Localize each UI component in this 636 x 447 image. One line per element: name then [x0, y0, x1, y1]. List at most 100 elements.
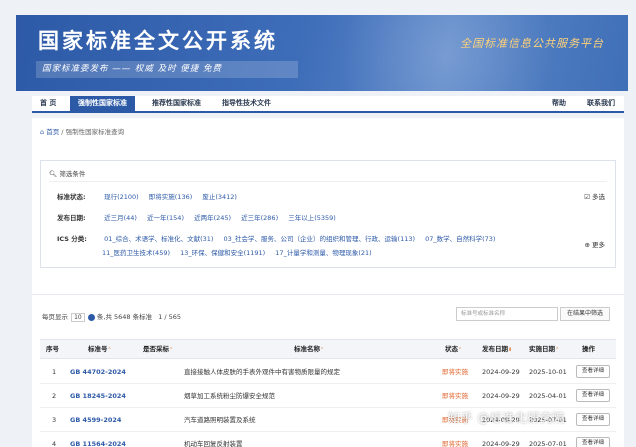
row-code-link[interactable]: GB 18245-2024: [70, 384, 126, 408]
header-code[interactable]: 标准号⌃: [88, 340, 112, 360]
page-size-select[interactable]: 10: [71, 313, 85, 322]
row-name[interactable]: 机动车回复反射装置: [184, 432, 243, 447]
table-row: 1 GB 44702-2024 直接接触人体皮肤的手表外观件中有害物质限量的规定…: [40, 360, 616, 384]
site-subtitle: 国家标准委发布 —— 权威 及时 便捷 免费: [36, 61, 298, 78]
nav-recommended-standards[interactable]: 推荐性国家标准: [152, 96, 201, 111]
row-publish-date: 2024-09-29: [482, 440, 520, 447]
watermark: 知乎 @标准化研究院: [448, 411, 565, 425]
date-option-3years[interactable]: 近三年(286): [241, 214, 278, 222]
header-adopt-label: 是否采标: [143, 345, 169, 353]
header-status[interactable]: 状态⌃: [445, 340, 462, 360]
table-header: 序号 标准号⌃ 是否采标⌃ 标准名称⌃ 状态⌃ 发布日期⬇ 实施日期⌃ 操作: [40, 339, 616, 359]
header-publish-date[interactable]: 发布日期⬇: [482, 340, 512, 360]
breadcrumb: ⌂ 首页 / 强制性国家标准查询: [40, 126, 124, 136]
status-filter-label: 标准状态:: [57, 193, 86, 201]
header-no: 序号: [46, 345, 59, 353]
row-implement-date: 2025-07-01: [529, 440, 567, 447]
view-detail-button[interactable]: 查看详细: [576, 389, 610, 402]
row-implement-date: 2025-10-01: [529, 368, 567, 376]
results-summary: 条,共 5648 条标准: [96, 313, 153, 321]
nav-help[interactable]: 帮助: [552, 96, 566, 111]
sort-icon: ⌃: [107, 347, 112, 353]
ics-option-11[interactable]: 11_医药卫生技术(459): [102, 249, 170, 257]
header-code-label: 标准号: [88, 345, 108, 353]
date-option-2years[interactable]: 近两年(245): [194, 214, 231, 222]
row-code-link[interactable]: GB 44702-2024: [70, 360, 126, 384]
ics-filter-row: ICS 分类: 01_综合、术语学、标准化、文献(31) 03_社会学、服务、公…: [57, 233, 503, 243]
filter-header: 🔍︎ 筛选条件: [49, 168, 85, 178]
status-option-current[interactable]: 现行(2100): [104, 193, 139, 201]
date-filter-label: 发布日期:: [57, 214, 86, 222]
page-indicator: 1 / 565: [158, 313, 182, 321]
site-title: 国家标准全文公开系统: [38, 29, 278, 53]
header-implement-date[interactable]: 实施日期⌃: [529, 340, 559, 360]
view-detail-button[interactable]: 查看详细: [576, 437, 610, 447]
plus-circle-icon: ⊕: [584, 241, 590, 249]
status-filter-row: 标准状态: 现行(2100) 即将实施(136) 废止(3412): [57, 191, 245, 201]
breadcrumb-home[interactable]: 首页: [46, 128, 59, 136]
row-implement-date: 2025-04-01: [529, 392, 567, 400]
ics-option-01[interactable]: 01_综合、术语学、标准化、文献(31): [104, 235, 213, 243]
multi-select-button[interactable]: ☑ 多选: [584, 191, 605, 201]
filter-panel: 🔍︎ 筛选条件 标准状态: 现行(2100) 即将实施(136) 废止(3412…: [40, 160, 616, 268]
row-code-link[interactable]: GB 4599-2024: [70, 408, 121, 432]
filter-divider: [49, 181, 607, 182]
pagination-info: 每页显示 10 条,共 5648 条标准 1 / 565: [42, 311, 181, 322]
banner-decoration: [316, 15, 576, 91]
nav-guidance-documents[interactable]: 指导性技术文件: [222, 96, 271, 111]
date-option-3months[interactable]: 近三月(44): [104, 214, 137, 222]
view-detail-button[interactable]: 查看详细: [576, 365, 610, 378]
nav-mandatory-standards[interactable]: 强制性国家标准: [70, 96, 135, 111]
date-option-1year[interactable]: 近一年(154): [147, 214, 184, 222]
view-detail-button[interactable]: 查看详细: [576, 413, 610, 426]
main-nav: 首 页 强制性国家标准 推荐性国家标准 指导性技术文件 帮助 联系我们: [32, 96, 624, 113]
nav-home[interactable]: 首 页: [40, 96, 56, 111]
header-action: 操作: [582, 345, 595, 353]
sort-icon: ⌃: [458, 347, 463, 353]
header-name[interactable]: 标准名称⌃: [294, 340, 324, 360]
ics-filter-label: ICS 分类:: [57, 235, 87, 243]
table-row: 4 GB 11564-2024 机动车回复反射装置 即将实施 2024-09-2…: [40, 432, 616, 447]
row-status: 即将实施: [442, 392, 468, 400]
row-publish-date: 2024-09-29: [482, 368, 520, 376]
ics-filter-row-2: 11_医药卫生技术(459) 13_环保、保健和安全(1191) 17_计量学和…: [102, 247, 380, 257]
row-no: 2: [52, 392, 57, 400]
content-panel: ⌂ 首页 / 强制性国家标准查询 🔍︎ 筛选条件 标准状态: 现行(2100) …: [32, 118, 624, 447]
home-icon[interactable]: ⌂: [40, 128, 44, 136]
row-name[interactable]: 汽车道路照明装置及系统: [184, 408, 256, 432]
sort-desc-icon: ⬇: [508, 347, 513, 353]
row-no: 1: [52, 368, 57, 376]
row-no: 4: [52, 440, 57, 447]
status-option-abolished[interactable]: 废止(3412): [202, 193, 237, 201]
row-status: 即将实施: [442, 440, 468, 447]
sort-icon: ⌃: [169, 347, 174, 353]
page-size-dropdown-icon[interactable]: [87, 313, 95, 321]
per-page-prefix: 每页显示: [42, 313, 68, 321]
breadcrumb-current: 强制性国家标准查询: [65, 128, 125, 136]
ics-option-07[interactable]: 07_数学、自然科学(73): [425, 235, 495, 243]
ics-option-03[interactable]: 03_社会学、服务、公司（企业）的组织和管理、行政、运输(113): [224, 235, 416, 243]
more-label: 更多: [592, 241, 605, 249]
filter-title: 筛选条件: [59, 170, 86, 178]
platform-slogan: 全国标准信息公共服务平台: [460, 37, 604, 50]
header-name-label: 标准名称: [294, 345, 320, 353]
more-button[interactable]: ⊕ 更多: [584, 239, 605, 249]
row-name[interactable]: 直接接触人体皮肤的手表外观件中有害物质限量的规定: [184, 360, 340, 384]
nav-contact[interactable]: 联系我们: [587, 96, 615, 111]
filter-in-results-button[interactable]: 在结果中筛选: [560, 307, 610, 321]
sort-icon: ⌃: [320, 347, 325, 353]
checkbox-icon: ☑: [584, 193, 590, 201]
row-name[interactable]: 烟草加工系统粉尘防爆安全规范: [184, 384, 275, 408]
table-row: 2 GB 18245-2024 烟草加工系统粉尘防爆安全规范 即将实施 2024…: [40, 384, 616, 408]
date-option-over3years[interactable]: 三年以上(5359): [288, 214, 336, 222]
ics-option-17[interactable]: 17_计量学和测量、物理现象(21): [275, 249, 371, 257]
header-adopt[interactable]: 是否采标⌃: [143, 340, 173, 360]
status-option-upcoming[interactable]: 即将实施(136): [149, 193, 192, 201]
row-code-link[interactable]: GB 11564-2024: [70, 432, 126, 447]
row-status: 即将实施: [442, 368, 468, 376]
ics-option-13[interactable]: 13_环保、保健和安全(1191): [180, 249, 265, 257]
sort-icon: ⌃: [555, 347, 560, 353]
row-no: 3: [52, 416, 57, 424]
standard-search-input[interactable]: 标准号或标准名称: [456, 307, 558, 321]
row-publish-date: 2024-09-29: [482, 392, 520, 400]
